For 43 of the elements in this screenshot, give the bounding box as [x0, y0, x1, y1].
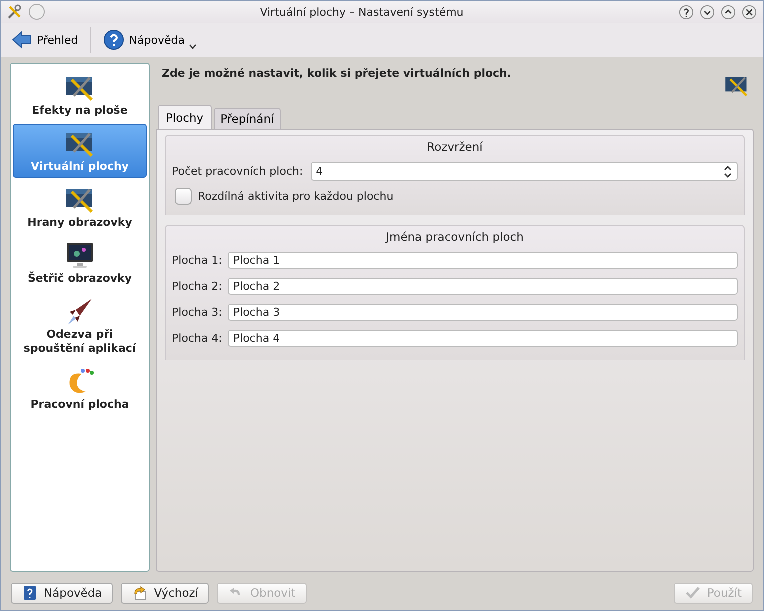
sidebar-label: Virtuální plochy — [31, 160, 129, 174]
input-field[interactable]: Plocha 4 — [228, 330, 738, 347]
tab[interactable]: Plochy — [158, 105, 212, 129]
dialog-button[interactable]: Nápověda — [11, 582, 114, 604]
help-book-icon — [22, 585, 38, 601]
dialog-button[interactable]: Výchozí — [121, 582, 210, 604]
toolbar-button[interactable]: Přehled — [9, 27, 80, 53]
group-title: Rozvržení — [427, 140, 483, 154]
field-label: Plocha 4: — [172, 332, 222, 345]
toolbar-button[interactable]: Nápověda — [101, 27, 199, 53]
input-field[interactable]: Plocha 1 — [228, 252, 738, 269]
sidebar-label: Pracovní plocha — [30, 398, 130, 412]
sidebar-item[interactable]: Pracovní plocha — [13, 362, 147, 416]
checkbox-label: Rozdílná aktivita pro každou plochu — [198, 190, 394, 203]
spin-box[interactable]: 4 — [311, 162, 738, 181]
window-title: Virtuální plochy – Nastavení systému — [259, 6, 465, 18]
maximize-icon[interactable] — [721, 4, 736, 20]
check-icon — [685, 585, 702, 601]
sidebar-item[interactable]: Hrany obrazovky — [13, 180, 147, 234]
close-icon[interactable] — [742, 4, 757, 20]
page-description: Zde je možné nastavit, kolik si přejete virtuálních ploch. — [162, 67, 512, 80]
sidebar-label: Šetřič obrazovky — [28, 272, 132, 286]
field-label: Plocha 1: — [172, 254, 222, 267]
help-icon — [103, 29, 126, 51]
group-title: Jména pracovních ploch — [386, 230, 524, 244]
spin-arrows-icon — [723, 164, 733, 178]
back-arrow-icon — [11, 29, 33, 51]
input-field[interactable]: Plocha 2 — [228, 278, 738, 295]
tools-icon — [7, 4, 23, 20]
help-icon[interactable] — [679, 4, 694, 20]
field-label: Počet pracovních ploch: — [172, 165, 304, 178]
tab[interactable]: Přepínání — [214, 108, 282, 129]
minimize-icon[interactable] — [700, 4, 715, 20]
input-field[interactable]: Plocha 3 — [228, 304, 738, 321]
sidebar-label: Efekty na ploše — [32, 104, 128, 118]
sidebar-item[interactable]: Efekty na ploše — [13, 68, 147, 122]
sidebar-label: Hrany obrazovky — [28, 216, 132, 230]
sidebar-label: Odezva při spouštění aplikací — [22, 328, 138, 356]
field-label: Plocha 2: — [172, 280, 222, 293]
field-label: Plocha 3: — [172, 306, 222, 319]
checkbox[interactable] — [175, 188, 192, 205]
sidebar-item[interactable]: Odezva při spouštění aplikací — [13, 292, 147, 360]
sidebar-item[interactable]: Šetřič obrazovky — [13, 236, 147, 290]
